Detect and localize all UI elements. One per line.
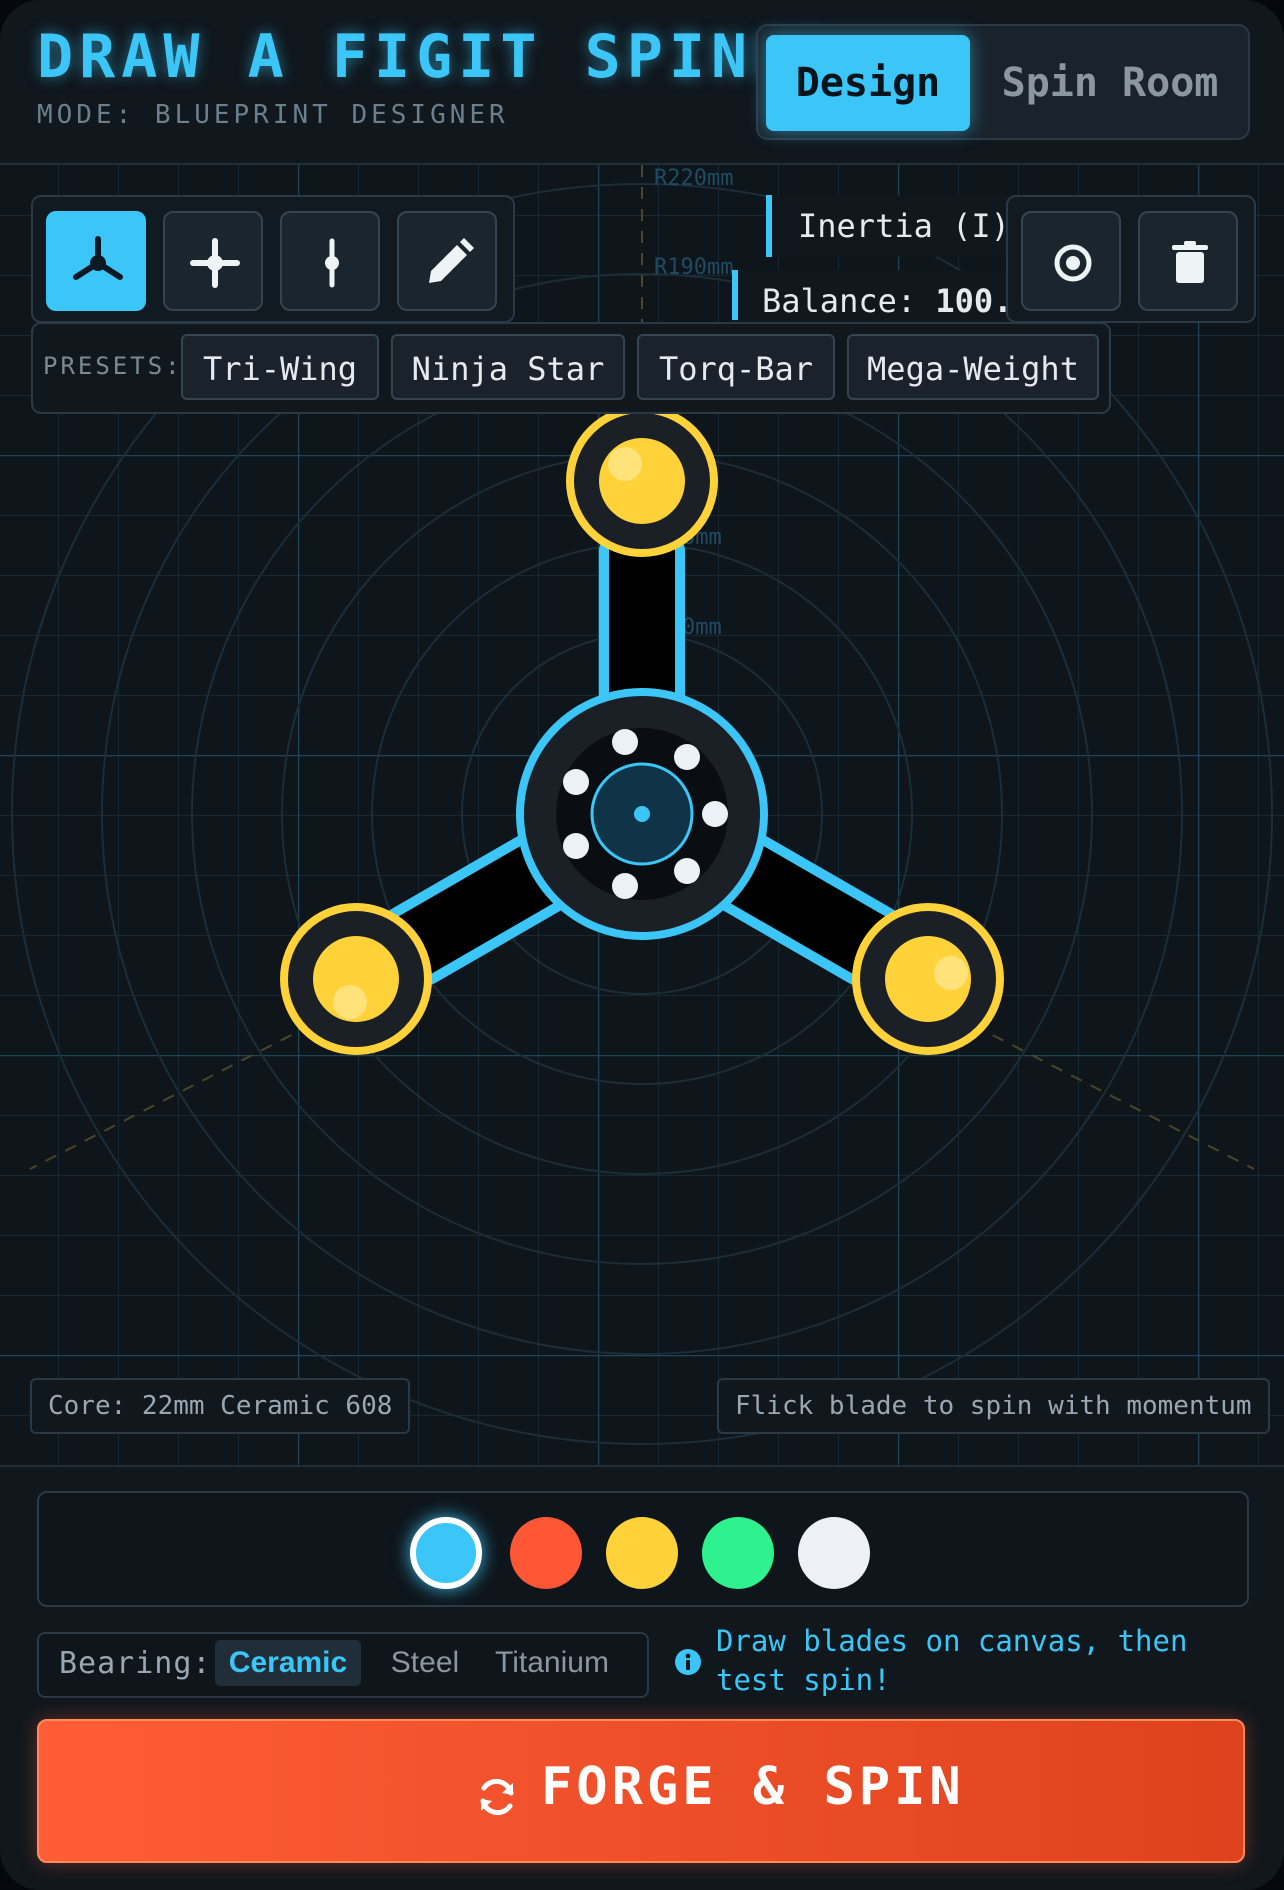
color-swatches <box>37 1491 1249 1607</box>
tri-spinner-icon <box>73 236 123 280</box>
header: DRAW A FIGIT SPINER MODE: BLUEPRINT DESI… <box>0 0 1284 165</box>
tool-pencil[interactable] <box>397 211 497 311</box>
info-icon <box>675 1649 701 1675</box>
divider <box>0 1465 1284 1467</box>
core-info: Core: 22mm Ceramic 608 <box>30 1378 411 1434</box>
inertia-stat: Inertia (I): <box>766 195 1030 257</box>
bearing-option-steel[interactable]: Steel <box>377 1640 473 1686</box>
weight-right[interactable] <box>852 903 1004 1055</box>
mode-tabs: Design Spin Room <box>756 24 1250 140</box>
presets-bar: PRESETS: Tri-Wing Ninja Star Torq-Bar Me… <box>31 322 1111 414</box>
tab-spin-room[interactable]: Spin Room <box>980 35 1240 131</box>
bearing-option-titanium[interactable]: Titanium <box>487 1640 617 1686</box>
app-window: DRAW A FIGIT SPINER MODE: BLUEPRINT DESI… <box>0 0 1284 1890</box>
draw-toolbar <box>31 195 515 323</box>
weight-left[interactable] <box>280 903 432 1055</box>
refresh-icon <box>480 1778 514 1816</box>
preset-ninja-star[interactable]: Ninja Star <box>391 334 625 400</box>
center-bearing[interactable] <box>516 688 768 940</box>
tool-tri-spinner[interactable] <box>46 211 146 311</box>
radius-label: R190mm <box>654 255 733 280</box>
swatch-red[interactable] <box>510 1517 582 1589</box>
bearing-selector: Bearing: Ceramic Steel Titanium <box>37 1632 649 1698</box>
pencil-icon <box>429 238 474 283</box>
bearing-label: Bearing: <box>59 1646 212 1681</box>
preset-torq-bar[interactable]: Torq-Bar <box>637 334 835 400</box>
swatch-green[interactable] <box>702 1517 774 1589</box>
presets-label: PRESETS: <box>43 352 183 380</box>
canvas-actions <box>1006 195 1256 323</box>
trash-icon <box>1172 241 1208 283</box>
forge-spin-button[interactable]: FORGE & SPIN <box>37 1719 1245 1863</box>
vertical-line-icon <box>325 238 339 288</box>
radius-label: R220mm <box>654 166 733 191</box>
forge-spin-label: FORGE & SPIN <box>541 1757 965 1817</box>
app-title: DRAW A FIGIT SPINER <box>37 22 838 92</box>
hint-text: Draw blades on canvas, then test spin! <box>716 1624 1188 1697</box>
mode-label: MODE: BLUEPRINT DESIGNER <box>37 100 509 130</box>
swatch-white[interactable] <box>798 1517 870 1589</box>
center-target-button[interactable] <box>1021 211 1121 311</box>
crosshair-icon <box>190 238 240 288</box>
tool-vertical-line[interactable] <box>280 211 380 311</box>
radius-label: 0mm <box>682 615 722 640</box>
preset-tri-wing[interactable]: Tri-Wing <box>181 334 379 400</box>
swatch-yellow[interactable] <box>606 1517 678 1589</box>
tab-design[interactable]: Design <box>766 35 970 131</box>
balance-label: Balance: <box>762 282 936 320</box>
flick-hint: Flick blade to spin with momentum <box>717 1378 1270 1434</box>
clear-canvas-button[interactable] <box>1138 211 1238 311</box>
swatch-blue[interactable] <box>410 1517 482 1589</box>
weight-top[interactable] <box>566 405 718 557</box>
bearing-option-ceramic[interactable]: Ceramic <box>215 1640 361 1686</box>
preset-mega-weight[interactable]: Mega-Weight <box>847 334 1099 400</box>
tool-crosshair[interactable] <box>163 211 263 311</box>
target-icon <box>1054 244 1092 282</box>
